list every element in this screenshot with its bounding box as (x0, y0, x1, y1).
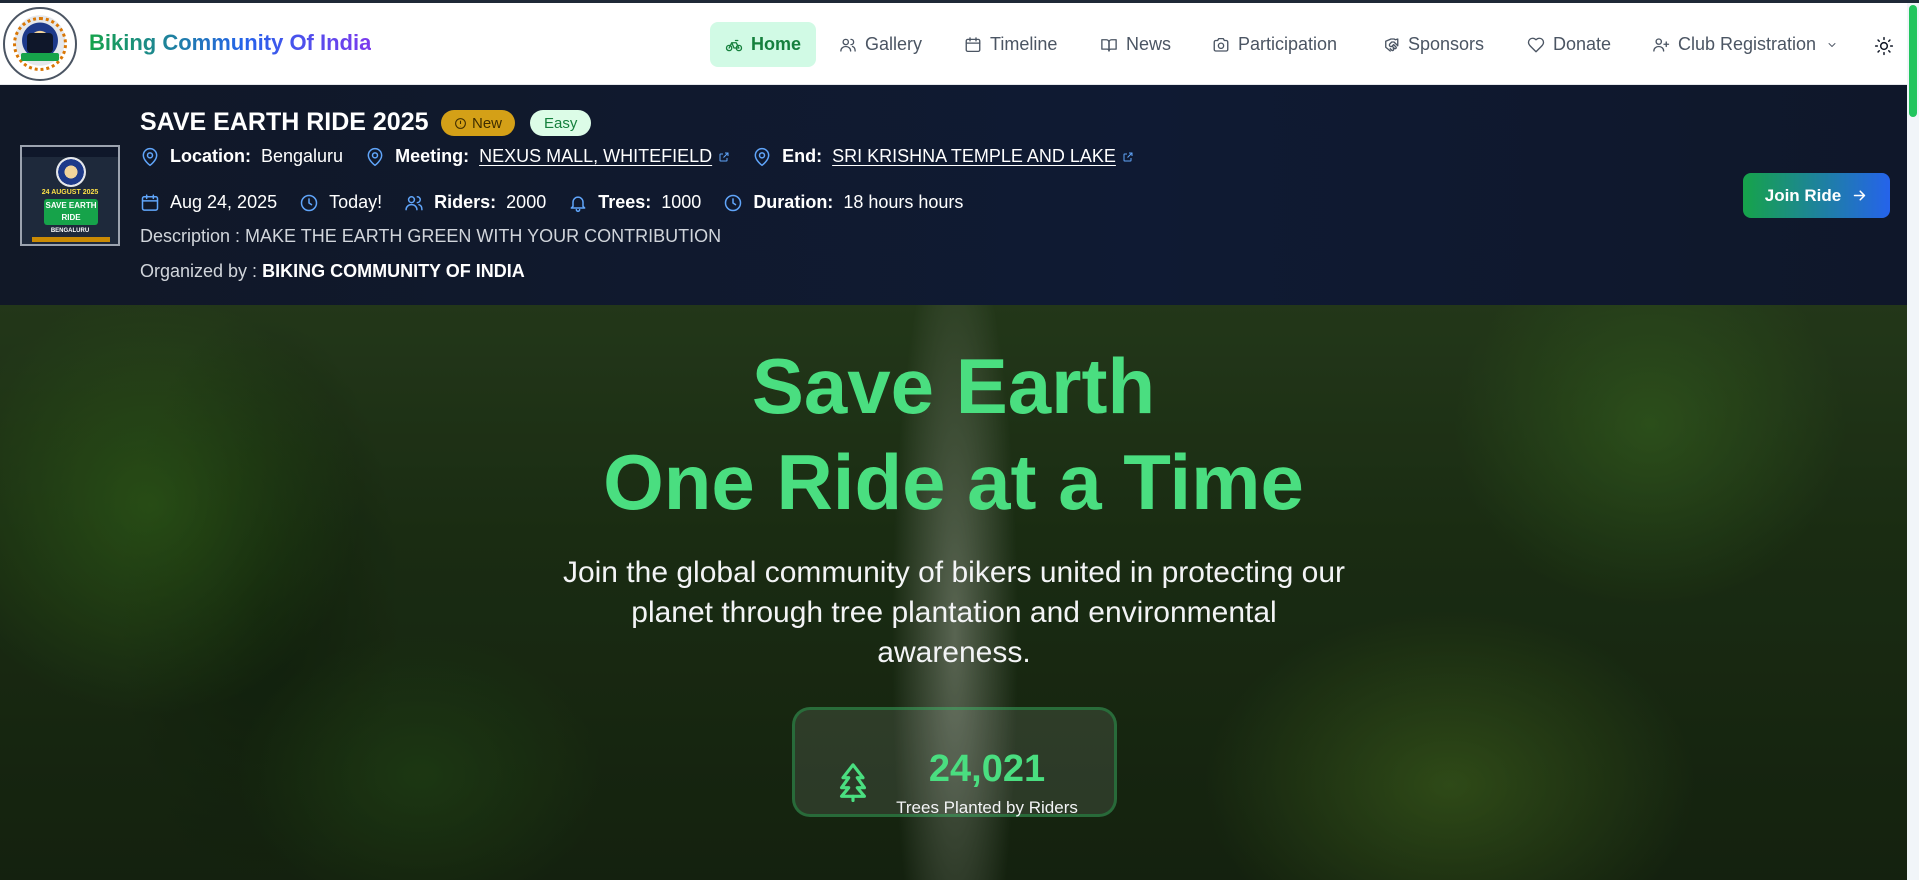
map-pin-icon (754, 147, 770, 166)
theme-toggle-button[interactable] (1874, 36, 1898, 60)
riders-value: 2000 (506, 192, 547, 212)
hero-title-line-2: One Ride at a Time (603, 438, 1304, 526)
hero-subtitle: Join the global community of bikers unit… (562, 556, 1346, 669)
event-title: SAVE EARTH RIDE 2025 (140, 108, 429, 136)
organizer-prefix: Organized by : (140, 261, 258, 281)
end-point-link[interactable]: SRI KRISHNA TEMPLE AND LAKE (832, 146, 1116, 167)
organizer-name: BIKING COMMUNITY OF INDIA (262, 261, 525, 281)
club-logo[interactable] (3, 7, 77, 81)
nav-donate-label: Donate (1553, 34, 1612, 54)
nav-gallery-label: Gallery (865, 34, 923, 54)
chevron-down-icon (1828, 42, 1836, 47)
heart-icon (1527, 37, 1545, 52)
calendar-icon (141, 193, 159, 211)
nav-donate[interactable]: Donate (1512, 22, 1626, 67)
camera-icon (1213, 37, 1229, 52)
poster-city: BENGALURU (50, 228, 90, 234)
meeting-point-link[interactable]: NEXUS MALL, WHITEFIELD (479, 146, 712, 167)
users-icon (405, 195, 423, 210)
map-pin-icon (142, 147, 158, 166)
poster-header (22, 147, 118, 157)
nav-participation[interactable]: Participation (1197, 22, 1352, 67)
bell-icon (570, 195, 586, 212)
nav-home[interactable]: Home (710, 22, 817, 67)
sun-icon (1874, 36, 1894, 56)
event-when: Today! (329, 192, 383, 212)
nav-participation-label: Participation (1238, 34, 1338, 54)
hero-title-line-1: Save Earth (751, 342, 1156, 430)
tree-icon (840, 763, 866, 802)
new-badge-label: New (472, 114, 503, 132)
duration-value: 18 hours hours (843, 192, 964, 212)
bicycle-icon (725, 39, 743, 51)
hero-section: Save Earth One Ride at a Time Join the g… (0, 305, 1907, 880)
nav-news-label: News (1126, 34, 1172, 54)
trees-planted-label: Trees Planted by Riders (896, 798, 1078, 817)
new-badge: New (441, 110, 516, 136)
event-details-row: Aug 24, 2025 Today! Riders: 2000 Trees: … (140, 192, 963, 213)
logo-center (27, 33, 53, 53)
duration-label: Duration: (753, 192, 834, 212)
map-pin-icon (367, 147, 383, 166)
external-link-icon[interactable] (718, 151, 730, 163)
event-description: Description : MAKE THE EARTH GREEN WITH … (140, 226, 722, 246)
difficulty-badge: Easy (530, 110, 592, 136)
poster-title: SAVE EARTH RIDE (44, 199, 98, 225)
riders-label: Riders: (434, 192, 497, 212)
nav-timeline-label: Timeline (990, 34, 1058, 54)
location-value: Bengaluru (261, 146, 344, 166)
end-label: End: (782, 146, 823, 166)
event-locations-row: Location: Bengaluru Meeting: NEXUS MALL,… (140, 146, 1134, 167)
scrollbar-thumb[interactable] (1909, 5, 1917, 117)
nav-sponsors-label: Sponsors (1408, 34, 1485, 54)
join-ride-button[interactable]: Join Ride (1743, 173, 1890, 218)
clock-icon (725, 194, 742, 211)
nav-timeline[interactable]: Timeline (949, 22, 1072, 67)
handshake-icon (1385, 37, 1399, 52)
poster-footer (32, 237, 110, 242)
event-organizer: Organized by : BIKING COMMUNITY OF INDIA (140, 261, 525, 282)
user-plus-icon (1653, 37, 1670, 52)
top-navbar: Biking Community Of India Home Gallery T… (0, 3, 1907, 85)
nav-home-label: Home (751, 34, 802, 54)
trees-planted-card: 24,021 Trees Planted by Riders (792, 707, 1117, 817)
trees-value: 1000 (661, 192, 702, 212)
logo-banner (21, 53, 59, 61)
external-link-icon[interactable] (1122, 151, 1134, 163)
alert-circle-icon (455, 117, 466, 129)
event-date: Aug 24, 2025 (170, 192, 278, 212)
users-icon (840, 38, 856, 52)
brand-name[interactable]: Biking Community Of India (89, 30, 371, 56)
event-banner: 24 AUGUST 2025 SAVE EARTH RIDE BENGALURU… (0, 85, 1907, 305)
book-open-icon (1101, 38, 1117, 52)
join-ride-label: Join Ride (1764, 185, 1842, 205)
location-label: Location: (170, 146, 251, 166)
trees-planted-count: 24,021 (928, 748, 1046, 790)
event-poster[interactable]: 24 AUGUST 2025 SAVE EARTH RIDE BENGALURU (20, 145, 120, 246)
clock-icon (300, 194, 318, 211)
page-scrollbar[interactable] (1907, 3, 1919, 880)
nav-sponsors[interactable]: Sponsors (1367, 22, 1499, 67)
meeting-label: Meeting: (395, 146, 470, 166)
nav-club-registration[interactable]: Club Registration (1637, 22, 1853, 67)
nav-club-registration-label: Club Registration (1678, 34, 1817, 54)
trees-label: Trees: (598, 192, 652, 212)
poster-date: 24 AUGUST 2025 (41, 189, 99, 196)
nav-gallery[interactable]: Gallery (824, 22, 937, 67)
arrow-right-icon (1854, 190, 1866, 201)
calendar-icon (965, 36, 981, 52)
nav-news[interactable]: News (1085, 22, 1186, 67)
poster-badge (56, 157, 86, 187)
